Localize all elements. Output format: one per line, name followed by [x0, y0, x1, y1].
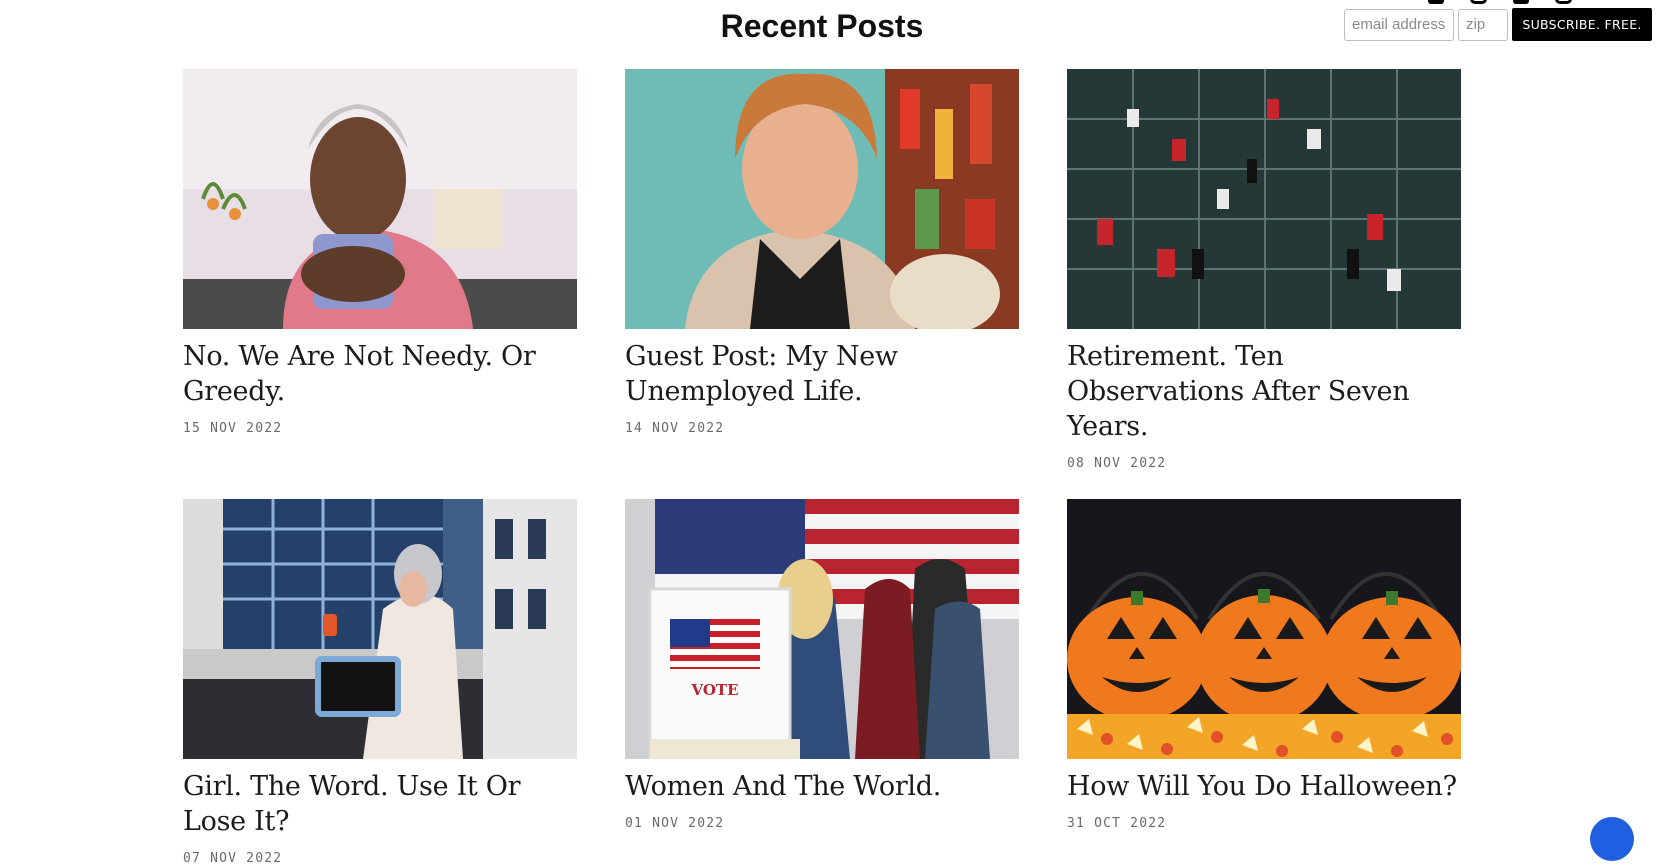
woman-with-mug-image — [183, 69, 577, 329]
vote-sign-text: VOTE — [690, 681, 738, 699]
voting-booth-image: VOTE — [625, 499, 1019, 759]
post-date: 15 NOV 2022 — [183, 421, 283, 436]
post-date: 01 NOV 2022 — [625, 816, 725, 831]
post-card[interactable]: Girl. The Word. Use It Or Lose It? 07 NO… — [183, 499, 577, 866]
post-card[interactable]: Guest Post: My New Unemployed Life. 14 N… — [625, 69, 1019, 471]
post-title[interactable]: No. We Are Not Needy. Or Greedy. — [183, 339, 577, 409]
post-date: 08 NOV 2022 — [1067, 456, 1167, 471]
flag-icon — [670, 619, 760, 669]
posts-grid: No. We Are Not Needy. Or Greedy. 15 NOV … — [183, 69, 1461, 866]
post-thumbnail[interactable] — [183, 499, 577, 759]
post-card[interactable]: How Will You Do Halloween? 31 OCT 2022 — [1067, 499, 1461, 866]
email-icon[interactable] — [1428, 0, 1444, 4]
facebook-icon[interactable] — [1513, 0, 1529, 4]
linkedin-icon[interactable] — [1555, 0, 1572, 4]
post-thumbnail[interactable] — [183, 69, 577, 329]
social-icons — [1428, 0, 1572, 4]
post-thumbnail[interactable] — [1067, 69, 1461, 329]
jack-o-lantern-image — [1067, 499, 1461, 759]
post-date: 14 NOV 2022 — [625, 421, 725, 436]
smiling-woman-image — [625, 69, 1019, 329]
post-thumbnail[interactable] — [1067, 499, 1461, 759]
instagram-icon[interactable] — [1470, 0, 1487, 4]
post-title[interactable]: Retirement. Ten Observations After Seven… — [1067, 339, 1461, 444]
businesswoman-building-image — [183, 499, 577, 759]
post-thumbnail[interactable]: VOTE — [625, 499, 1019, 759]
post-title[interactable]: How Will You Do Halloween? — [1067, 769, 1461, 804]
post-card[interactable]: VOTE Women And The World. 01 NOV 2022 — [625, 499, 1019, 866]
section-title: Recent Posts — [720, 8, 924, 44]
reflective-ceiling-image — [1067, 69, 1461, 329]
post-date: 07 NOV 2022 — [183, 851, 283, 866]
post-card[interactable]: Retirement. Ten Observations After Seven… — [1067, 69, 1461, 471]
post-title[interactable]: Guest Post: My New Unemployed Life. — [625, 339, 1019, 409]
post-thumbnail[interactable] — [625, 69, 1019, 329]
post-card[interactable]: No. We Are Not Needy. Or Greedy. 15 NOV … — [183, 69, 577, 471]
post-title[interactable]: Girl. The Word. Use It Or Lose It? — [183, 769, 577, 839]
chat-launcher-button[interactable] — [1590, 817, 1634, 861]
post-title[interactable]: Women And The World. — [625, 769, 1019, 804]
post-date: 31 OCT 2022 — [1067, 816, 1167, 831]
